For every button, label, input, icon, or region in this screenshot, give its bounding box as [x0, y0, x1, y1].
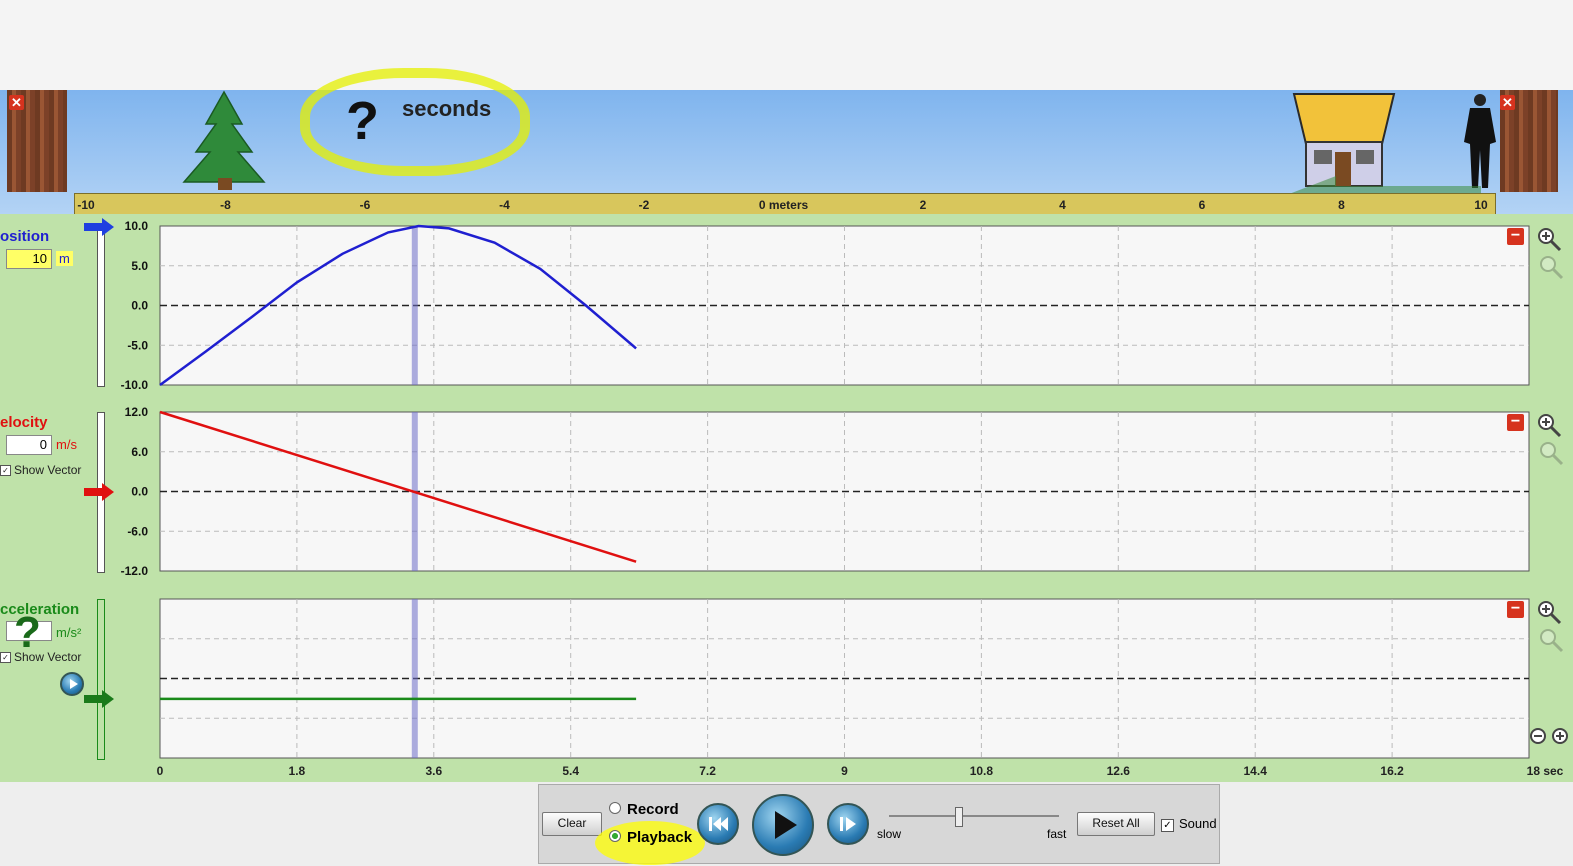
motion-charts: 10.0 5.0 0.0 -5.0 -10.0 12.0 6.0 0.0 -6.0 -12.0: [121, 219, 1530, 759]
zoom-in-icon: [1538, 414, 1562, 438]
zoom-out-icon: [1540, 256, 1564, 280]
step-forward-button[interactable]: [827, 803, 869, 845]
play-button[interactable]: [752, 794, 814, 856]
position-minimize-icon[interactable]: −: [1507, 228, 1524, 245]
acceleration-playhead: [411, 599, 418, 758]
clear-button[interactable]: Clear: [542, 812, 602, 836]
time-tick-label: 16.2: [1380, 764, 1404, 778]
zoom-out-icon: [1540, 629, 1564, 653]
position-y-tick-label: 5.0: [131, 259, 148, 273]
time-tick-label: 9: [841, 764, 848, 778]
play-icon: [775, 811, 797, 839]
acceleration-zoom-icons[interactable]: [1536, 599, 1564, 657]
speed-fast-label: fast: [1047, 827, 1067, 841]
position-y-tick-label: 0.0: [131, 299, 148, 313]
velocity-y-tick-label: -6.0: [127, 524, 148, 538]
playback-control-panel: Clear Record Playback slow fast Reset Al…: [538, 784, 1220, 865]
time-tick-label: 7.2: [699, 764, 716, 778]
velocity-y-tick-label: 6.0: [131, 445, 148, 459]
time-tick-label: 10.8: [969, 764, 994, 778]
playback-radio[interactable]: Playback: [609, 829, 692, 846]
step-forward-icon: [840, 817, 856, 831]
time-zoom-icons[interactable]: [1528, 724, 1573, 754]
reset-all-button[interactable]: Reset All: [1077, 812, 1155, 836]
position-playhead: [411, 226, 418, 385]
position-zoom-icons[interactable]: [1536, 226, 1564, 284]
time-zoom-out-icon: [1530, 728, 1546, 744]
rewind-button[interactable]: [697, 803, 739, 845]
rewind-icon: [709, 817, 728, 831]
time-tick-label: 5.4: [562, 764, 580, 778]
zoom-in-icon: [1538, 228, 1562, 252]
speed-slow-label: slow: [877, 827, 902, 841]
zoom-in-icon: [1538, 601, 1562, 625]
time-tick-label: 3.6: [425, 764, 443, 778]
velocity-minimize-icon[interactable]: −: [1507, 414, 1524, 431]
time-zoom-in-icon: [1552, 728, 1568, 744]
speed-slider-track[interactable]: [889, 815, 1059, 817]
velocity-y-tick-label: -12.0: [121, 564, 149, 578]
time-tick-label: 14.4: [1243, 764, 1267, 778]
time-tick-label: 1.8: [288, 764, 306, 778]
record-radio[interactable]: Record: [609, 801, 679, 818]
time-tick-label: 0: [156, 764, 164, 778]
velocity-y-tick-label: 0.0: [131, 485, 148, 499]
position-y-tick-label: -10.0: [121, 378, 149, 392]
zoom-out-icon: [1540, 442, 1564, 466]
time-axis: 0 1.8 3.6 5.4 7.2 9 10.8 12.6 14.4 16.2 18 sec: [0, 764, 1573, 782]
time-tick-label: 12.6: [1106, 764, 1130, 778]
velocity-y-tick-label: 12.0: [125, 405, 149, 419]
sound-checkbox[interactable]: ✓ Sound: [1161, 816, 1217, 832]
velocity-zoom-icons[interactable]: [1536, 412, 1564, 470]
speed-slider-thumb[interactable]: [955, 807, 963, 827]
acceleration-minimize-icon[interactable]: −: [1507, 601, 1524, 618]
time-tick-label: 18 sec: [1526, 764, 1564, 778]
position-y-tick-label: -5.0: [127, 338, 148, 352]
position-y-tick-label: 10.0: [125, 219, 149, 233]
